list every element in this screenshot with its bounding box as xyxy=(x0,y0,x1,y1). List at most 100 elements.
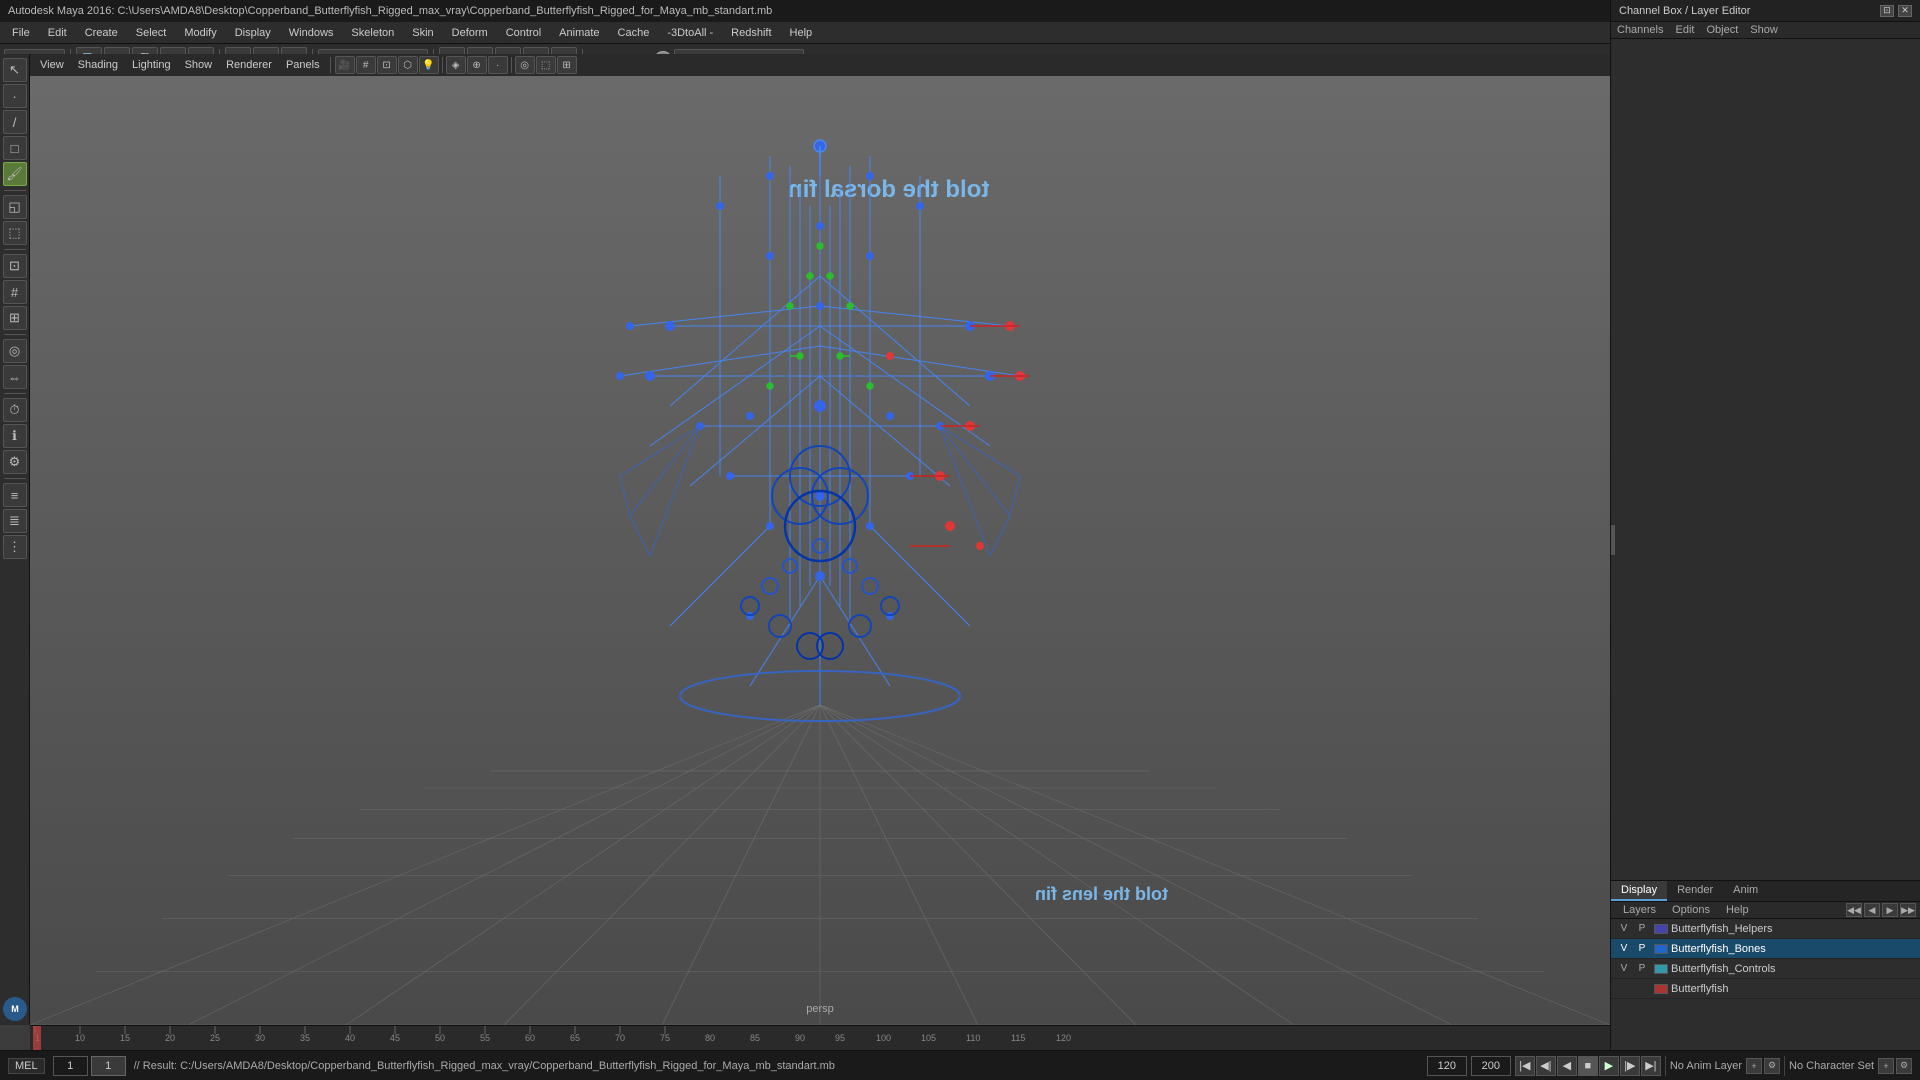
curve-tool2[interactable]: ⬚ xyxy=(3,221,27,245)
vp-menu-lighting[interactable]: Lighting xyxy=(126,58,177,72)
channel-box-content xyxy=(1611,39,1920,880)
deform-btn3[interactable]: ⋮ xyxy=(3,535,27,559)
anim-layer-add-btn[interactable]: + xyxy=(1746,1058,1762,1074)
timeline[interactable]: 1 10 15 20 25 30 35 40 45 50 55 60 65 70… xyxy=(30,1025,1610,1050)
menu-cache[interactable]: Cache xyxy=(610,25,658,41)
vp-rig-btn[interactable]: ⊕ xyxy=(467,56,487,74)
menu-file[interactable]: File xyxy=(4,25,38,41)
menu-create[interactable]: Create xyxy=(77,25,126,41)
layer-tab-anim[interactable]: Anim xyxy=(1723,881,1768,901)
vp-menu-shading[interactable]: Shading xyxy=(72,58,124,72)
range-end2-input[interactable] xyxy=(1471,1056,1511,1076)
layer-item-helpers[interactable]: V P Butterflyfish_Helpers xyxy=(1611,919,1920,939)
layer-nav-next-next[interactable]: ▶▶ xyxy=(1900,903,1916,917)
deform-btn2[interactable]: ≣ xyxy=(3,509,27,533)
goto-end-btn[interactable]: ▶| xyxy=(1641,1056,1661,1076)
step-back-btn[interactable]: ◀| xyxy=(1536,1056,1556,1076)
vp-menu-renderer[interactable]: Renderer xyxy=(220,58,278,72)
menu-windows[interactable]: Windows xyxy=(281,25,342,41)
deform-btn1[interactable]: ≡ xyxy=(3,483,27,507)
svg-text:115: 115 xyxy=(1011,1033,1025,1043)
menu-3dtall[interactable]: -3DtoAll - xyxy=(659,25,721,41)
vp-wire-btn[interactable]: ⊡ xyxy=(377,56,397,74)
frame-start-input[interactable] xyxy=(53,1056,88,1076)
face-mode-btn[interactable]: □ xyxy=(3,136,27,160)
vp-isolate-btn[interactable]: ◎ xyxy=(515,56,535,74)
menu-modify[interactable]: Modify xyxy=(176,25,224,41)
vp-smooth-btn[interactable]: ⬡ xyxy=(398,56,418,74)
maya-logo-btn[interactable]: M xyxy=(3,997,27,1021)
snap-grid-btn[interactable]: # xyxy=(3,280,27,304)
vp-pts-btn[interactable]: · xyxy=(488,56,508,74)
menu-redshift[interactable]: Redshift xyxy=(723,25,779,41)
menu-display[interactable]: Display xyxy=(227,25,279,41)
menu-control[interactable]: Control xyxy=(498,25,549,41)
cb-menu-channels[interactable]: Channels xyxy=(1617,24,1663,36)
viewport-canvas[interactable]: told the dorsal fin told the lens fin xyxy=(30,76,1610,1025)
goto-start-btn[interactable]: |◀ xyxy=(1515,1056,1535,1076)
curve-tool1[interactable]: ◱ xyxy=(3,195,27,219)
vp-menu-show[interactable]: Show xyxy=(179,58,219,72)
snap-vertex-btn[interactable]: ⊡ xyxy=(3,254,27,278)
menu-help[interactable]: Help xyxy=(782,25,821,41)
panel-resize-handle[interactable] xyxy=(1611,525,1615,555)
panel-float-btn[interactable]: ⊡ xyxy=(1880,5,1894,17)
layer-subtab-options[interactable]: Options xyxy=(1664,902,1718,918)
layer-item-bones[interactable]: V P Butterflyfish_Bones xyxy=(1611,939,1920,959)
svg-text:60: 60 xyxy=(525,1033,535,1043)
menu-animate[interactable]: Animate xyxy=(551,25,607,41)
layer-item-controls[interactable]: V P Butterflyfish_Controls xyxy=(1611,959,1920,979)
menu-skeleton[interactable]: Skeleton xyxy=(343,25,402,41)
vp-hud-btn[interactable]: ⊞ xyxy=(557,56,577,74)
snap-edge-btn[interactable]: ⊞ xyxy=(3,306,27,330)
vp-menu-view[interactable]: View xyxy=(34,58,70,72)
layer-nav-prev[interactable]: ◀ xyxy=(1864,903,1880,917)
layer-nav-next[interactable]: ▶ xyxy=(1882,903,1898,917)
char-set-add-btn[interactable]: + xyxy=(1878,1058,1894,1074)
vp-xray-btn[interactable]: ◈ xyxy=(446,56,466,74)
char-set-settings-btn[interactable]: ⚙ xyxy=(1896,1058,1912,1074)
vp-cam-btn[interactable]: 🎥 xyxy=(335,56,355,74)
mel-python-toggle[interactable]: MEL xyxy=(8,1058,45,1074)
layer-name-helpers: Butterflyfish_Helpers xyxy=(1671,923,1916,935)
layer-subtab-help[interactable]: Help xyxy=(1718,902,1757,918)
layer-tab-display[interactable]: Display xyxy=(1611,881,1667,901)
cb-menu-edit[interactable]: Edit xyxy=(1675,24,1694,36)
frame-current-input[interactable] xyxy=(91,1056,126,1076)
soft-sel-btn[interactable]: ◎ xyxy=(3,339,27,363)
info-btn[interactable]: ℹ xyxy=(3,424,27,448)
left-toolbar: ↖ · / □ 🖌 ◱ ⬚ ⊡ # ⊞ ◎ ⇔ ⏱ ℹ ⚙ ≡ ≣ ⋮ M xyxy=(0,54,30,1025)
cb-menu-object[interactable]: Object xyxy=(1706,24,1738,36)
range-end-input[interactable] xyxy=(1427,1056,1467,1076)
cb-menu-show[interactable]: Show xyxy=(1750,24,1778,36)
lt-sep1 xyxy=(4,190,26,191)
layer-tab-render[interactable]: Render xyxy=(1667,881,1723,901)
menu-select[interactable]: Select xyxy=(128,25,175,41)
paint-weights-btn[interactable]: 🖌 xyxy=(3,162,27,186)
settings-btn[interactable]: ⚙ xyxy=(3,450,27,474)
vp-bb-btn[interactable]: ⬚ xyxy=(536,56,556,74)
vp-light-btn[interactable]: 💡 xyxy=(419,56,439,74)
layer-item-fish[interactable]: Butterflyfish xyxy=(1611,979,1920,999)
vertex-mode-btn[interactable]: · xyxy=(3,84,27,108)
play-forward-btn[interactable]: ▶ xyxy=(1599,1056,1619,1076)
vp-menu-panels[interactable]: Panels xyxy=(280,58,326,72)
play-back-btn[interactable]: ◀ xyxy=(1557,1056,1577,1076)
svg-text:70: 70 xyxy=(615,1033,625,1043)
stop-btn[interactable]: ■ xyxy=(1578,1056,1598,1076)
edge-mode-btn[interactable]: / xyxy=(3,110,27,134)
layer-nav-prev-prev[interactable]: ◀◀ xyxy=(1846,903,1862,917)
menu-skin[interactable]: Skin xyxy=(404,25,441,41)
anim-layer-settings-btn[interactable]: ⚙ xyxy=(1764,1058,1780,1074)
menu-edit[interactable]: Edit xyxy=(40,25,75,41)
vp-grid-btn[interactable]: # xyxy=(356,56,376,74)
menu-deform[interactable]: Deform xyxy=(444,25,496,41)
layer-subtab-layers[interactable]: Layers xyxy=(1615,902,1664,918)
viewport-perspective-label: persp xyxy=(806,1003,834,1015)
sym-btn[interactable]: ⇔ xyxy=(3,365,27,389)
panel-close-btn[interactable]: ✕ xyxy=(1898,5,1912,17)
step-fwd-btn[interactable]: |▶ xyxy=(1620,1056,1640,1076)
history-btn[interactable]: ⏱ xyxy=(3,398,27,422)
anim-layer-btns: + ⚙ xyxy=(1746,1058,1780,1074)
select-mode-btn[interactable]: ↖ xyxy=(3,58,27,82)
